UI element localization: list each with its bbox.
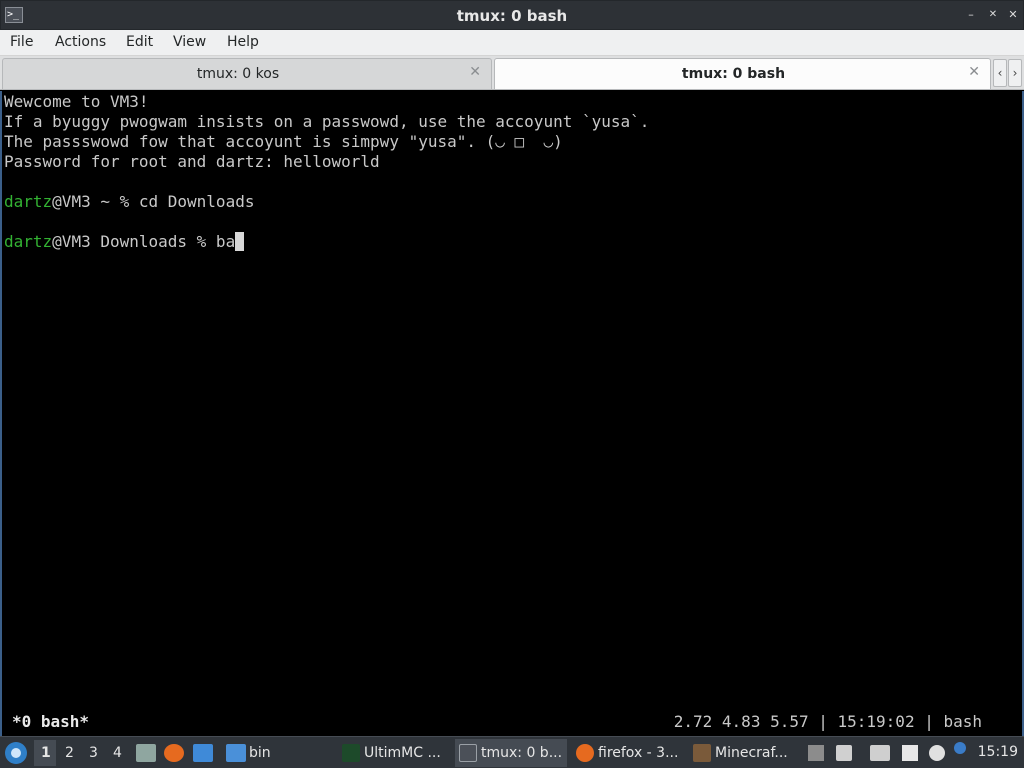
prompt-command: @VM3 ~ % cd Downloads <box>52 192 255 211</box>
motd-line: If a byuggy pwogwam insists on a passwow… <box>4 112 650 131</box>
user-icon[interactable] <box>929 745 945 761</box>
menu-help[interactable]: Help <box>227 34 259 50</box>
menu-edit[interactable]: Edit <box>126 34 153 50</box>
task-label: tmux: 0 b... <box>481 745 563 761</box>
workspace-2[interactable]: 2 <box>65 745 74 761</box>
prompt-line: dartz@VM3 Downloads % ba <box>4 232 245 252</box>
folder-bin-label[interactable]: bin <box>249 745 271 761</box>
motd-line: Password for root and dartz: helloworld <box>4 152 380 171</box>
prompt-command: @VM3 Downloads % ba <box>52 232 236 251</box>
workspace-4[interactable]: 4 <box>113 745 122 761</box>
firefox-icon[interactable] <box>164 744 184 762</box>
task-tmux[interactable]: tmux: 0 b... <box>455 739 567 767</box>
tray-clipboard-icon[interactable] <box>808 745 824 761</box>
text-cursor <box>235 232 245 251</box>
tmux-status-window: *0 bash* <box>12 712 90 731</box>
update-notification-icon[interactable] <box>954 742 966 754</box>
firefox-icon <box>576 744 594 762</box>
menu-view[interactable]: View <box>173 34 206 50</box>
workspace-3[interactable]: 3 <box>89 745 98 761</box>
minimize-button[interactable]: – <box>963 7 979 23</box>
task-label: Minecraf... <box>715 745 788 761</box>
clock[interactable]: 15:19 <box>978 744 1018 760</box>
tab-kos[interactable]: tmux: 0 kos ✕ <box>2 58 492 89</box>
task-label: firefox - 3... <box>598 745 679 761</box>
task-minecraft[interactable]: Minecraf... <box>689 739 801 767</box>
start-menu-icon[interactable] <box>5 742 27 764</box>
taskbar: 1 2 3 4 bin UltimMC ... tmux: 0 b... fir… <box>0 736 1024 768</box>
prompt-user: dartz <box>4 192 53 211</box>
volume-icon[interactable] <box>836 745 852 761</box>
menu-actions[interactable]: Actions <box>55 34 106 50</box>
ultimmc-icon <box>342 744 360 762</box>
maximize-button[interactable]: ✕ <box>985 7 1001 23</box>
motd-line: The passswowd fow that accoyunt is simpw… <box>4 132 563 151</box>
minecraft-icon <box>693 744 711 762</box>
window-titlebar[interactable]: >_ tmux: 0 bash – ✕ ✕ <box>0 0 1024 30</box>
task-label: UltimMC ... <box>364 745 441 761</box>
window-title: tmux: 0 bash <box>456 7 568 25</box>
motd-line: Wewcome to VM3! <box>4 92 149 111</box>
task-ultimmc[interactable]: UltimMC ... <box>338 739 450 767</box>
task-firefox[interactable]: firefox - 3... <box>572 739 684 767</box>
tab-kos-close-icon[interactable]: ✕ <box>469 64 481 80</box>
folder-icon[interactable] <box>226 744 246 762</box>
prompt-line: dartz@VM3 ~ % cd Downloads <box>4 192 254 212</box>
workspace-1[interactable]: 1 <box>41 745 51 761</box>
tab-scroll-right-button[interactable]: › <box>1008 59 1022 87</box>
desktop-icon[interactable] <box>193 744 213 762</box>
tab-bash-label: tmux: 0 bash <box>681 66 786 82</box>
tab-kos-label: tmux: 0 kos <box>196 66 280 82</box>
terminal-view[interactable]: Wewcome to VM3! If a byuggy pwogwam insi… <box>0 91 1024 736</box>
terminal-icon <box>459 744 477 762</box>
network-icon[interactable] <box>870 745 890 761</box>
notes-icon[interactable] <box>902 745 918 761</box>
tmux-status-info: 2.72 4.83 5.57 | 15:19:02 | bash <box>673 712 982 731</box>
close-button[interactable]: ✕ <box>1005 7 1021 23</box>
menu-bar: File Actions Edit View Help <box>0 30 1024 56</box>
tab-scroll-left-button[interactable]: ‹ <box>993 59 1007 87</box>
tab-bash-close-icon[interactable]: ✕ <box>968 64 980 80</box>
prompt-user: dartz <box>4 232 53 251</box>
tab-bar: tmux: 0 kos ✕ tmux: 0 bash ✕ ‹ › <box>0 56 1024 90</box>
menu-file[interactable]: File <box>10 34 33 50</box>
tab-bash[interactable]: tmux: 0 bash ✕ <box>494 58 991 89</box>
file-manager-icon[interactable] <box>136 744 156 762</box>
